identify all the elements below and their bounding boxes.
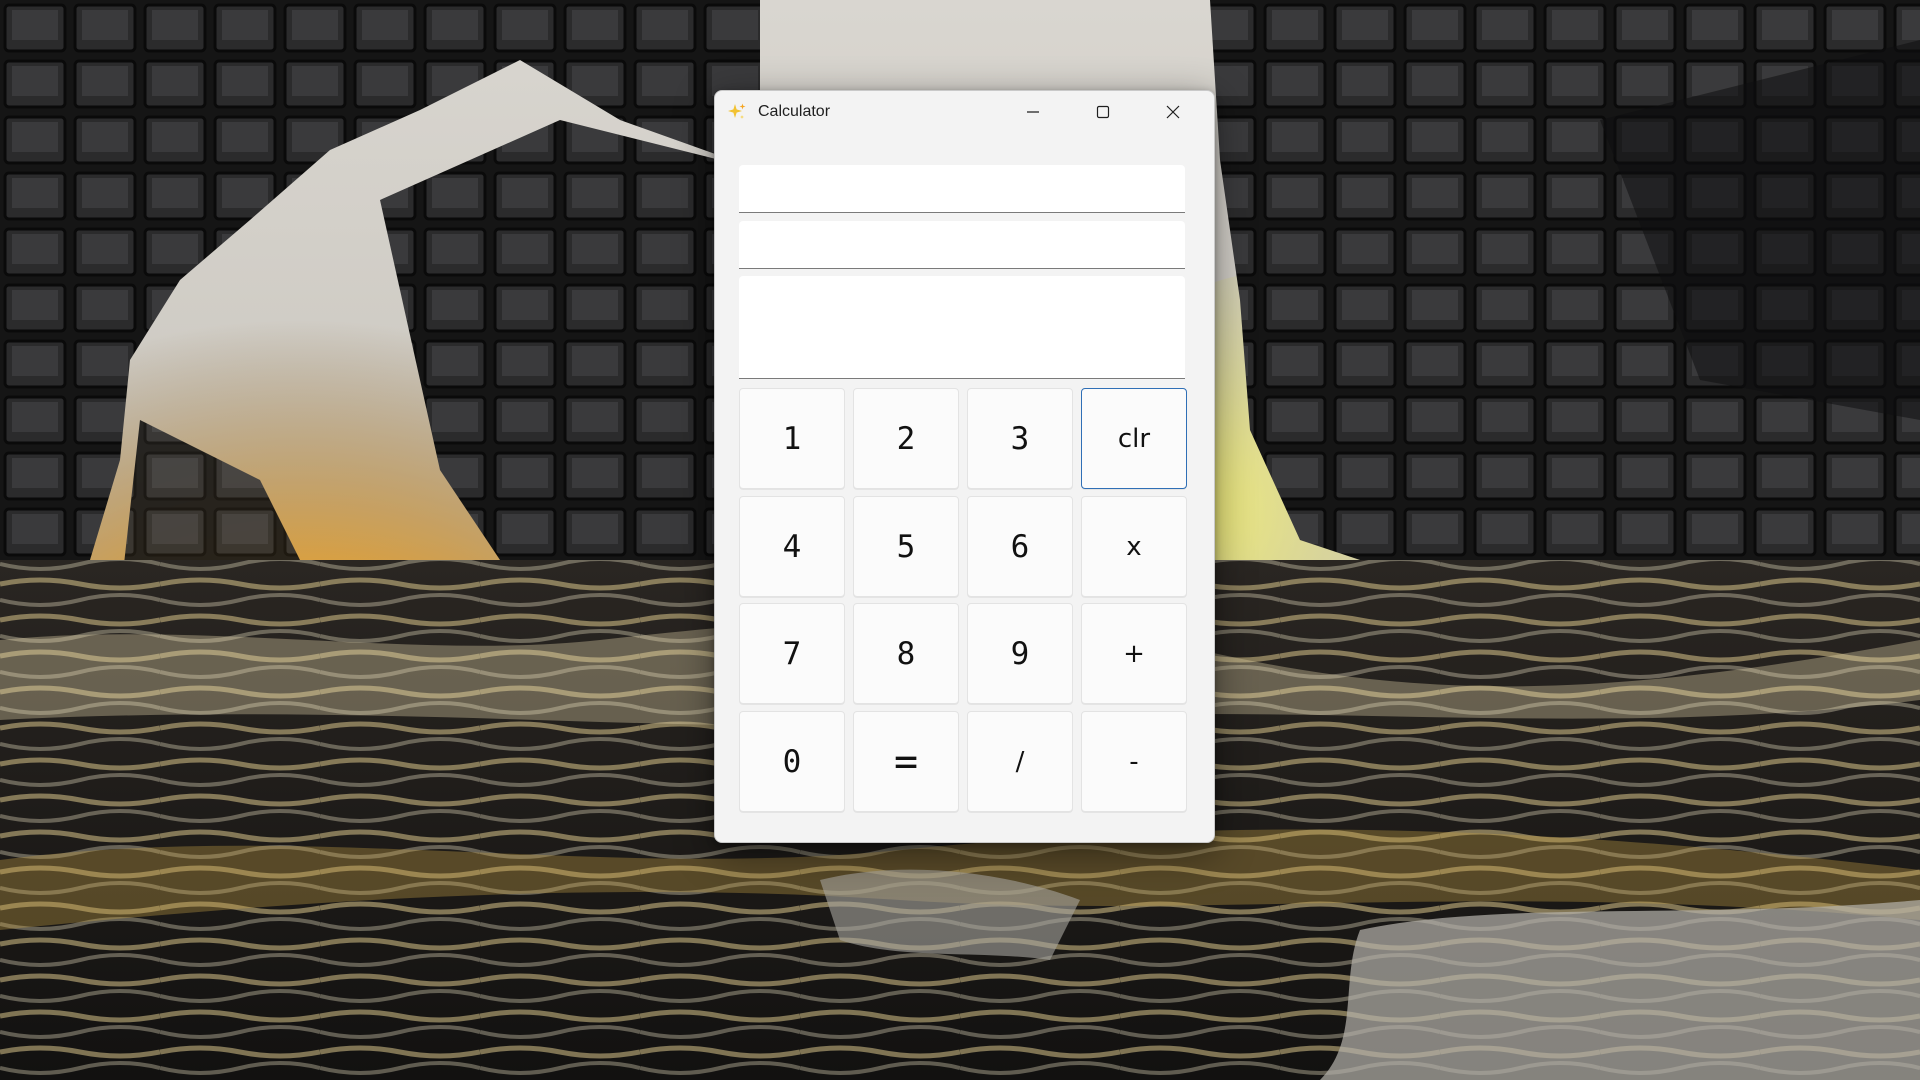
add-button[interactable]: + [1081,603,1187,704]
close-button[interactable] [1139,91,1207,133]
digit-9-button[interactable]: 9 [967,603,1073,704]
multiply-button[interactable]: x [1081,496,1187,597]
expression-field[interactable] [739,221,1185,269]
calculator-window: Calculator 1 2 3 clr 4 5 6 x 7 8 9 + 0 =… [714,90,1215,843]
window-title: Calculator [758,103,831,120]
result-field[interactable] [739,276,1185,379]
maximize-button[interactable] [1069,91,1137,133]
digit-5-button[interactable]: 5 [853,496,959,597]
close-icon [1166,105,1180,119]
equals-button[interactable]: = [853,711,959,812]
minimize-button[interactable] [999,91,1067,133]
digit-4-button[interactable]: 4 [739,496,845,597]
digit-0-button[interactable]: 0 [739,711,845,812]
digit-1-button[interactable]: 1 [739,388,845,489]
digit-8-button[interactable]: 8 [853,603,959,704]
digit-6-button[interactable]: 6 [967,496,1073,597]
subtract-button[interactable]: - [1081,711,1187,812]
digit-2-button[interactable]: 2 [853,388,959,489]
digit-3-button[interactable]: 3 [967,388,1073,489]
sparkle-icon [727,102,747,122]
maximize-icon [1096,105,1110,119]
digit-7-button[interactable]: 7 [739,603,845,704]
minimize-icon [1027,111,1039,113]
divide-button[interactable]: / [967,711,1073,812]
operand-field[interactable] [739,165,1185,213]
title-bar[interactable]: Calculator [715,91,1214,133]
clear-button[interactable]: clr [1081,388,1187,489]
